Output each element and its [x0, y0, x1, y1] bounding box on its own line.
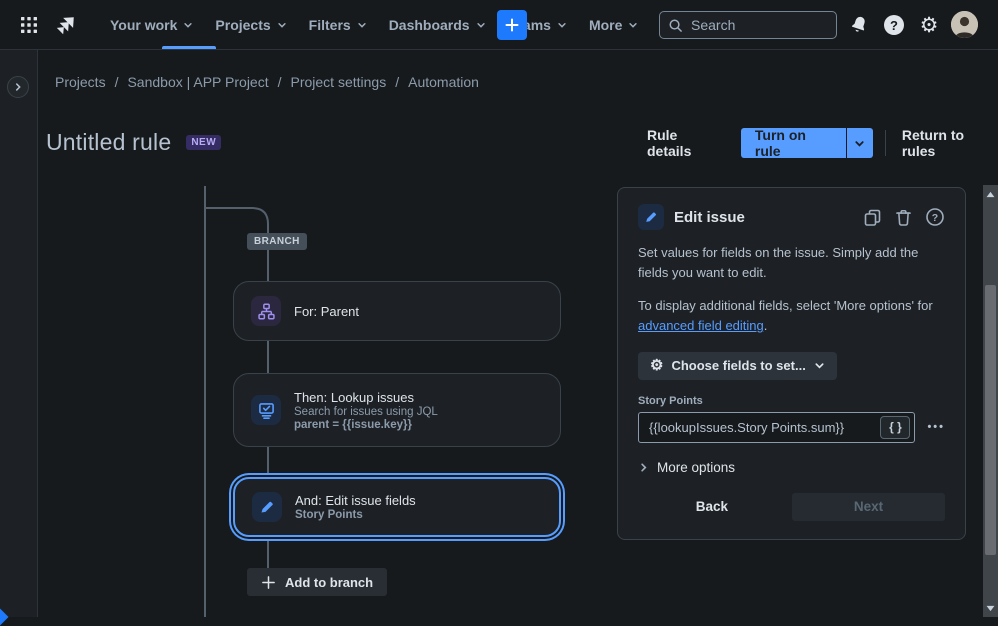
- scroll-up-arrow[interactable]: [983, 187, 998, 201]
- lookup-icon: [251, 395, 281, 425]
- delete-trash-icon[interactable]: [894, 208, 913, 227]
- app-switcher-icon[interactable]: [16, 12, 42, 38]
- nav-item-label: Projects: [215, 16, 271, 33]
- edit-issue-config-panel: Edit issue ? Set values for fields on th…: [617, 187, 966, 540]
- search-box[interactable]: [659, 11, 837, 39]
- branch-label-chip: BRANCH: [247, 233, 307, 250]
- scrollbar-thumb[interactable]: [985, 285, 996, 555]
- chevron-down-icon: [814, 360, 825, 371]
- next-button-disabled[interactable]: Next: [792, 492, 945, 521]
- chevron-down-icon: [557, 20, 567, 30]
- active-tab-underline: [162, 46, 216, 49]
- search-icon: [668, 18, 683, 33]
- scroll-down-arrow[interactable]: [983, 601, 998, 615]
- primary-nav-items: Your work Projects Filters Dashboards Te…: [100, 11, 648, 39]
- story-points-field-label: Story Points: [638, 394, 703, 407]
- node-title: And: Edit issue fields: [295, 493, 416, 508]
- question-mark-glyph: ?: [884, 15, 904, 35]
- panel-header-icons: ?: [863, 207, 945, 227]
- chevron-down-icon: [277, 20, 287, 30]
- story-points-input[interactable]: {{lookupIssues.Story Points.sum}} { }: [638, 411, 916, 443]
- panel-description-1: Set values for fields on the issue. Simp…: [638, 245, 919, 281]
- flow-node-lookup-issues[interactable]: Then: Lookup issues Search for issues us…: [233, 373, 561, 447]
- add-to-branch-label: Add to branch: [285, 574, 374, 590]
- add-to-branch-button[interactable]: Add to branch: [247, 568, 388, 596]
- flow-node-for-parent[interactable]: For: Parent: [233, 281, 561, 341]
- create-button[interactable]: [497, 10, 527, 40]
- choose-fields-dropdown-button[interactable]: ⚙ Choose fields to set...: [638, 351, 837, 380]
- nav-item-dashboards[interactable]: Dashboards: [379, 11, 496, 39]
- node-subtitle: Story Points: [295, 509, 363, 521]
- chevron-right-icon: [638, 462, 649, 473]
- gear-icon: ⚙: [650, 357, 664, 375]
- hierarchy-icon: [251, 296, 281, 326]
- vertical-scrollbar[interactable]: [983, 185, 998, 617]
- description-text: .: [763, 318, 768, 334]
- duplicate-icon[interactable]: [863, 208, 882, 227]
- smart-values-braces-button[interactable]: { }: [880, 415, 911, 439]
- node-title: For: Parent: [294, 303, 360, 319]
- story-points-value: {{lookupIssues.Story Points.sum}}: [649, 419, 845, 435]
- nav-item-label: More: [588, 16, 623, 33]
- panel-description-2: To display additional fields, select 'Mo…: [638, 296, 945, 336]
- nav-item-label: Dashboards: [388, 16, 470, 33]
- chevron-down-icon: [357, 20, 367, 30]
- settings-gear-icon[interactable]: ⚙: [917, 13, 941, 37]
- chevron-down-icon: [628, 20, 638, 30]
- panel-footer: Back Next: [638, 492, 945, 521]
- panel-title: Edit issue: [674, 208, 745, 226]
- nav-item-filters[interactable]: Filters: [299, 11, 377, 39]
- node-subtitle: Search for issues using JQL: [294, 405, 438, 418]
- story-points-field-row: {{lookupIssues.Story Points.sum}} { } ••…: [638, 411, 945, 443]
- jira-logo-icon[interactable]: [54, 13, 78, 37]
- nav-item-label: Your work: [110, 16, 178, 33]
- plus-icon: [261, 575, 276, 590]
- back-button[interactable]: Back: [696, 499, 728, 514]
- chevron-down-icon: [183, 20, 193, 30]
- pencil-icon: [638, 204, 664, 230]
- svg-text:?: ?: [932, 212, 938, 224]
- node-title: Then: Lookup issues: [294, 389, 414, 405]
- top-navigation-bar: Your work Projects Filters Dashboards Te…: [0, 0, 998, 50]
- help-icon[interactable]: ?: [882, 13, 906, 37]
- gear-glyph: ⚙: [919, 13, 939, 37]
- node-jql-detail: parent = {{issue.key}}: [294, 418, 412, 431]
- pencil-icon: [252, 492, 282, 522]
- field-more-actions-button[interactable]: •••: [927, 421, 945, 433]
- nav-item-label: Filters: [308, 16, 351, 33]
- choose-fields-label: Choose fields to set...: [671, 358, 806, 374]
- help-circle-icon[interactable]: ?: [925, 207, 945, 227]
- flow-node-edit-issue-fields[interactable]: And: Edit issue fields Story Points: [233, 477, 561, 537]
- more-options-expander[interactable]: More options: [638, 460, 945, 475]
- nav-item-more[interactable]: More: [579, 11, 648, 39]
- nav-item-your-work[interactable]: Your work: [100, 11, 203, 39]
- advanced-field-editing-link[interactable]: advanced field editing: [638, 318, 764, 333]
- search-input[interactable]: [689, 16, 828, 34]
- nav-item-projects[interactable]: Projects: [205, 11, 296, 39]
- notifications-bell-icon[interactable]: [847, 13, 871, 37]
- description-text: To display additional fields, select 'Mo…: [638, 298, 933, 314]
- more-options-label: More options: [657, 459, 736, 475]
- panel-header: Edit issue ?: [638, 204, 945, 230]
- chevron-down-icon: [476, 20, 486, 30]
- user-avatar[interactable]: [951, 11, 978, 38]
